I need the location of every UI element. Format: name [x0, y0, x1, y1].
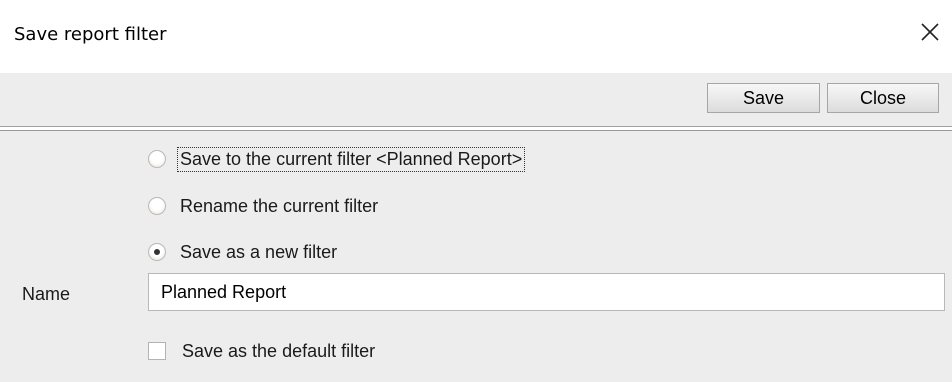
- radio-label: Save as a new filter: [180, 241, 338, 262]
- default-filter-checkbox-row[interactable]: Save as the default filter: [148, 337, 375, 365]
- dialog-body: Save to the current filter <Planned Repo…: [0, 131, 952, 382]
- radio-label: Save to the current filter <Planned Repo…: [176, 146, 526, 172]
- save-button[interactable]: Save: [707, 83, 820, 113]
- checkbox-label: Save as the default filter: [182, 340, 376, 361]
- radio-option-save-new[interactable]: Save as a new filter: [148, 238, 339, 266]
- dialog-title: Save report filter: [14, 24, 167, 45]
- radio-option-save-current[interactable]: Save to the current filter <Planned Repo…: [148, 145, 526, 173]
- close-button[interactable]: Close: [827, 83, 939, 113]
- toolbar: Save Close: [0, 73, 952, 127]
- name-input[interactable]: [148, 273, 945, 311]
- name-label: Name: [22, 284, 71, 304]
- default-filter-checkbox[interactable]: [148, 342, 166, 360]
- radio-label: Rename the current filter: [180, 195, 379, 216]
- radio-button[interactable]: [148, 150, 166, 168]
- radio-button[interactable]: [148, 197, 166, 215]
- radio-button-selected[interactable]: [148, 243, 166, 261]
- title-bar: Save report filter: [0, 0, 952, 73]
- save-report-filter-dialog: Save report filter Save Close Save to th…: [0, 0, 952, 382]
- close-icon[interactable]: [918, 20, 942, 44]
- radio-option-rename[interactable]: Rename the current filter: [148, 192, 380, 220]
